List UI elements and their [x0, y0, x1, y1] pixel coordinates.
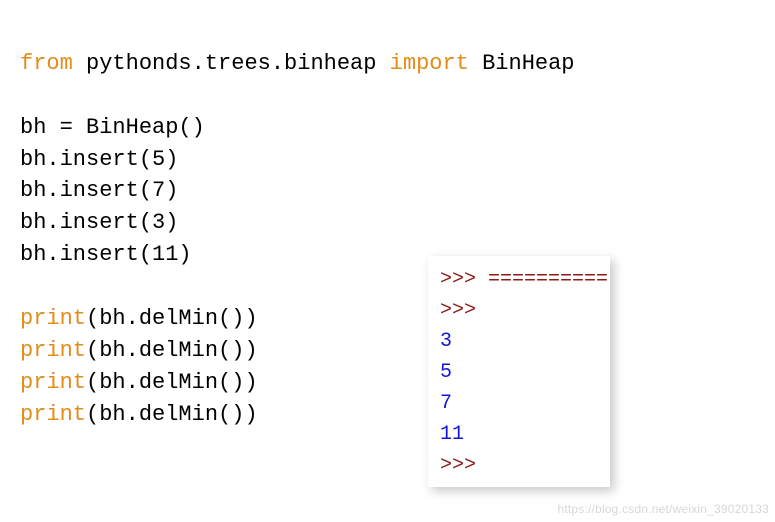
output-value: 7 [440, 392, 452, 415]
code-line-assign: bh = BinHeap() [20, 115, 205, 140]
call-delmin-2: (bh.delMin()) [86, 338, 258, 363]
output-value: 5 [440, 361, 452, 384]
call-delmin-4: (bh.delMin()) [86, 402, 258, 427]
watermark-text: https://blog.csdn.net/weixin_39020133 [557, 501, 769, 518]
keyword-print-2: print [20, 338, 86, 363]
call-delmin-1: (bh.delMin()) [86, 306, 258, 331]
output-line-restart: >>> ========== [440, 264, 598, 295]
output-line-prompt-end: >>> [440, 450, 598, 481]
call-delmin-3: (bh.delMin()) [86, 370, 258, 395]
prompt-icon: >>> [440, 299, 476, 322]
output-line-val-2: 5 [440, 357, 598, 388]
restart-separator: ========== [488, 268, 608, 291]
keyword-print-1: print [20, 306, 86, 331]
keyword-print-3: print [20, 370, 86, 395]
code-line-insert-3: bh.insert(3) [20, 210, 178, 235]
output-line-val-1: 3 [440, 326, 598, 357]
code-block: from pythonds.trees.binheap import BinHe… [20, 16, 755, 431]
keyword-from: from [20, 51, 73, 76]
output-value: 11 [440, 423, 464, 446]
code-line-insert-11: bh.insert(11) [20, 242, 192, 267]
prompt-icon: >>> [440, 454, 476, 477]
code-line-insert-5: bh.insert(5) [20, 147, 178, 172]
keyword-print-4: print [20, 402, 86, 427]
output-line-val-4: 11 [440, 419, 598, 450]
keyword-import: import [390, 51, 469, 76]
output-line-empty: >>> [440, 295, 598, 326]
code-line-insert-7: bh.insert(7) [20, 178, 178, 203]
output-value: 3 [440, 330, 452, 353]
output-line-val-3: 7 [440, 388, 598, 419]
import-path: pythonds.trees.binheap [73, 51, 390, 76]
output-panel: >>> ========== >>> 3 5 7 11 >>> [428, 256, 610, 487]
prompt-icon: >>> [440, 268, 488, 291]
class-name: BinHeap [469, 51, 575, 76]
